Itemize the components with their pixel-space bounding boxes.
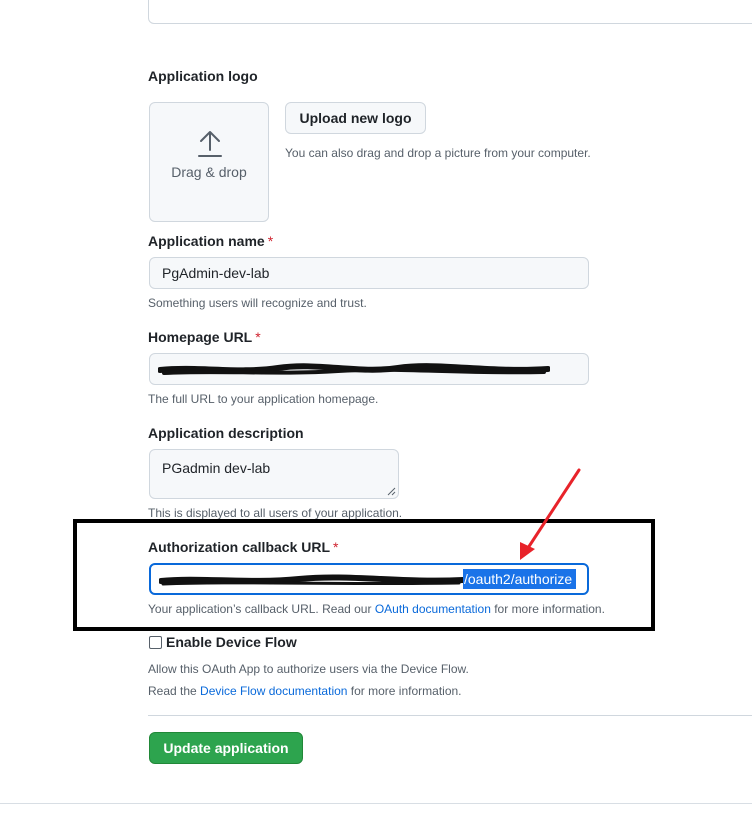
annotation-arrow-icon xyxy=(520,468,581,560)
logo-hint: You can also drag and drop a picture fro… xyxy=(285,146,591,160)
application-name-label-text: Application name xyxy=(148,233,265,249)
application-description-value: PGadmin dev-lab xyxy=(162,460,271,476)
update-application-button[interactable]: Update application xyxy=(149,732,303,764)
upload-arrow-icon xyxy=(198,131,222,157)
upload-new-logo-button[interactable]: Upload new logo xyxy=(285,102,426,134)
device-flow-documentation-link[interactable]: Device Flow documentation xyxy=(200,684,347,698)
logo-drop-zone[interactable]: Drag & drop xyxy=(149,102,269,222)
oauth-app-settings-page: Application logo Drag & drop Upload new … xyxy=(0,0,752,815)
application-description-hint: This is displayed to all users of your a… xyxy=(148,506,403,520)
required-mark: * xyxy=(255,329,261,345)
homepage-url-label: Homepage URL * xyxy=(148,329,261,345)
previous-field-box[interactable] xyxy=(148,0,752,24)
page-bottom-divider xyxy=(0,803,752,804)
application-description-label: Application description xyxy=(148,425,304,441)
application-name-label: Application name * xyxy=(148,233,273,249)
homepage-url-hint: The full URL to your application homepag… xyxy=(148,392,379,406)
form-divider xyxy=(148,715,752,716)
application-name-input[interactable]: PgAdmin-dev-lab xyxy=(149,257,589,289)
application-name-hint: Something users will recognize and trust… xyxy=(148,296,367,310)
device-flow-doc-suffix: for more information. xyxy=(347,684,462,698)
enable-device-flow-checkbox[interactable] xyxy=(149,636,162,649)
redaction-scribble xyxy=(158,363,550,375)
homepage-url-label-text: Homepage URL xyxy=(148,329,253,345)
application-description-textarea[interactable]: PGadmin dev-lab xyxy=(149,449,399,499)
device-flow-hint: Allow this OAuth App to authorize users … xyxy=(148,662,469,676)
device-flow-doc-hint: Read the Device Flow documentation for m… xyxy=(148,684,462,698)
drag-drop-text: Drag & drop xyxy=(171,164,247,180)
resize-grip-icon[interactable] xyxy=(386,486,396,496)
device-flow-doc-prefix: Read the xyxy=(148,684,201,698)
required-mark: * xyxy=(267,233,274,249)
enable-device-flow-label[interactable]: Enable Device Flow xyxy=(166,634,297,650)
homepage-url-input[interactable] xyxy=(149,353,589,385)
application-logo-label: Application logo xyxy=(148,68,258,84)
